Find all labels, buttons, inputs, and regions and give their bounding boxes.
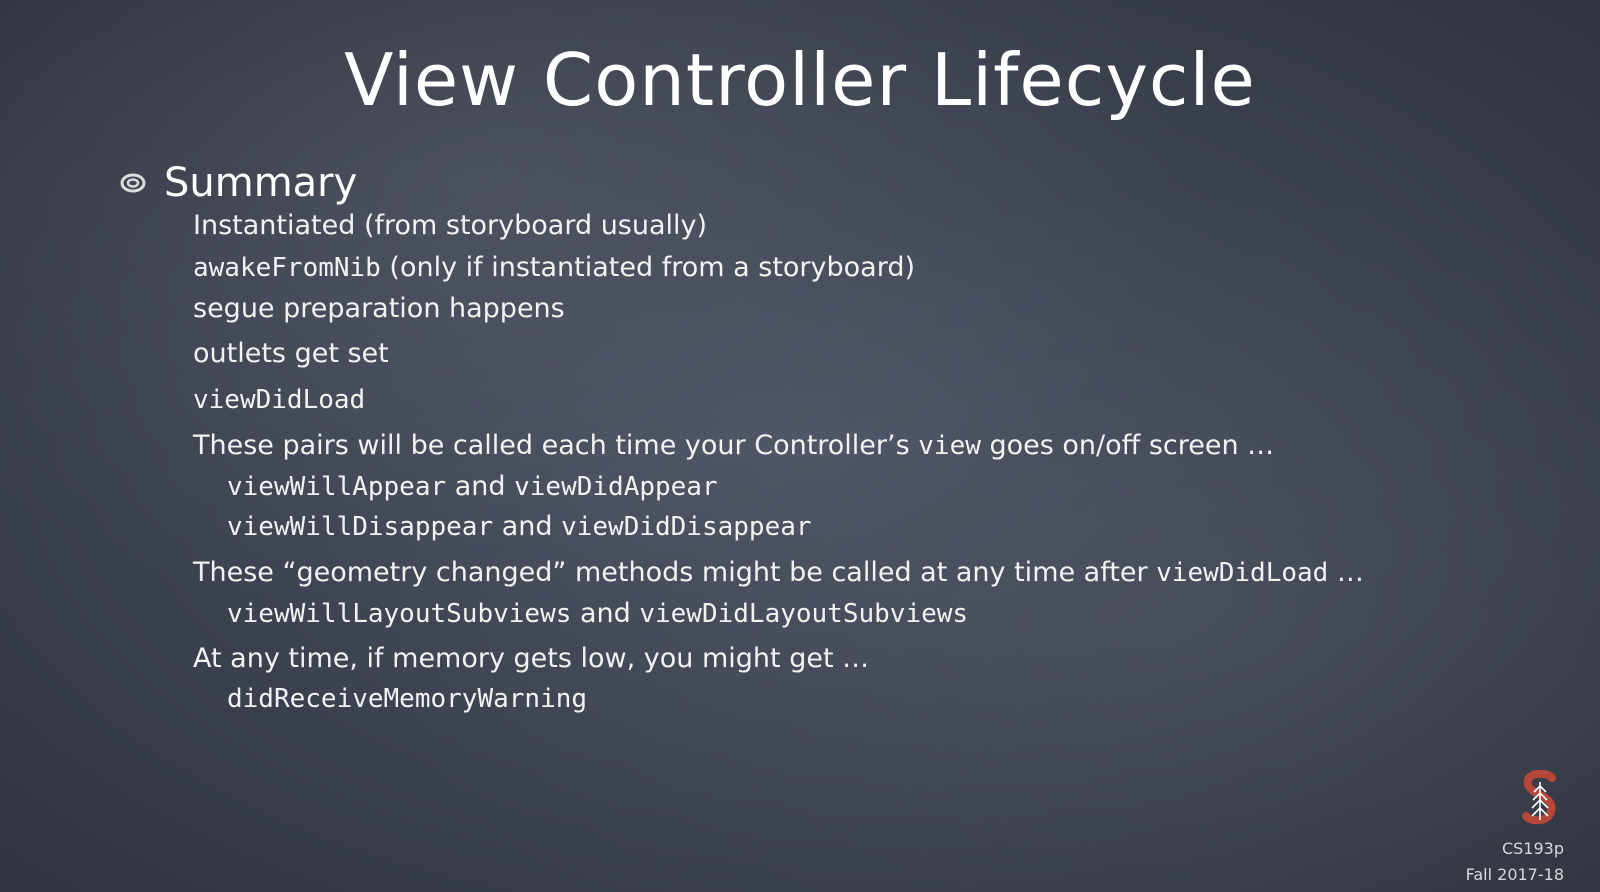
lifecycle-line-segue-preparation: segue preparation happens xyxy=(193,293,565,324)
summary-heading: Summary xyxy=(164,160,358,206)
bullet-swirl-icon xyxy=(120,173,146,193)
line-text: and xyxy=(493,511,562,542)
course-code: CS193p xyxy=(1501,839,1564,858)
lifecycle-line-layout-subviews: viewWillLayoutSubviews and viewDidLayout… xyxy=(227,598,968,629)
line-text: … xyxy=(1328,557,1364,588)
code-view-did-layout-subviews: viewDidLayoutSubviews xyxy=(639,599,969,629)
lifecycle-line-memory-low: At any time, if memory gets low, you mig… xyxy=(193,643,869,674)
lifecycle-line-memory-warning: didReceiveMemoryWarning xyxy=(227,683,587,714)
stanford-tree-logo-icon xyxy=(1522,770,1556,825)
lifecycle-line-outlets: outlets get set xyxy=(193,338,389,369)
slide-title: View Controller Lifecycle xyxy=(344,38,1256,122)
code-awake-from-nib: awakeFromNib xyxy=(193,253,381,283)
lifecycle-line-view-did-load: viewDidLoad xyxy=(193,384,365,415)
line-text: These pairs will be called each time you… xyxy=(193,430,919,461)
line-text: These “geometry changed” methods might b… xyxy=(193,557,1157,588)
line-text: outlets get set xyxy=(193,338,389,369)
code-view-will-appear: viewWillAppear xyxy=(227,472,447,502)
code-view-will-layout-subviews: viewWillLayoutSubviews xyxy=(227,599,572,629)
lifecycle-line-geometry-changed: These “geometry changed” methods might b… xyxy=(193,557,1364,588)
code-view-did-load: viewDidLoad xyxy=(1156,558,1329,588)
code-view-did-disappear: viewDidDisappear xyxy=(561,512,812,542)
lifecycle-line-awake-from-nib: awakeFromNib (only if instantiated from … xyxy=(193,252,915,283)
line-text: and xyxy=(571,598,640,629)
line-text: At any time, if memory gets low, you mig… xyxy=(193,643,870,674)
lifecycle-line-instantiated: Instantiated (from storyboard usually) xyxy=(193,210,707,241)
line-text: (only if instantiated from a storyboard) xyxy=(380,252,916,283)
course-footer: CS193p Fall 2017-18 xyxy=(1466,836,1564,888)
code-view-did-load: viewDidLoad xyxy=(193,385,366,415)
line-text: Instantiated (from storyboard usually) xyxy=(193,210,708,241)
code-view-did-appear: viewDidAppear xyxy=(514,472,718,502)
lifecycle-line-disappear: viewWillDisappear and viewDidDisappear xyxy=(227,511,812,542)
course-term: Fall 2017-18 xyxy=(1465,865,1564,884)
code-view: view xyxy=(918,431,981,461)
summary-bullet-row: Summary xyxy=(120,160,357,206)
line-text: goes on/off screen … xyxy=(980,430,1275,461)
lifecycle-line-appearance-pairs: These pairs will be called each time you… xyxy=(193,430,1274,461)
line-text: segue preparation happens xyxy=(193,293,565,324)
code-view-will-disappear: viewWillDisappear xyxy=(227,512,494,542)
code-did-receive-memory-warning: didReceiveMemoryWarning xyxy=(227,684,588,714)
lifecycle-line-appear: viewWillAppear and viewDidAppear xyxy=(227,471,718,502)
line-text: and xyxy=(446,471,515,502)
